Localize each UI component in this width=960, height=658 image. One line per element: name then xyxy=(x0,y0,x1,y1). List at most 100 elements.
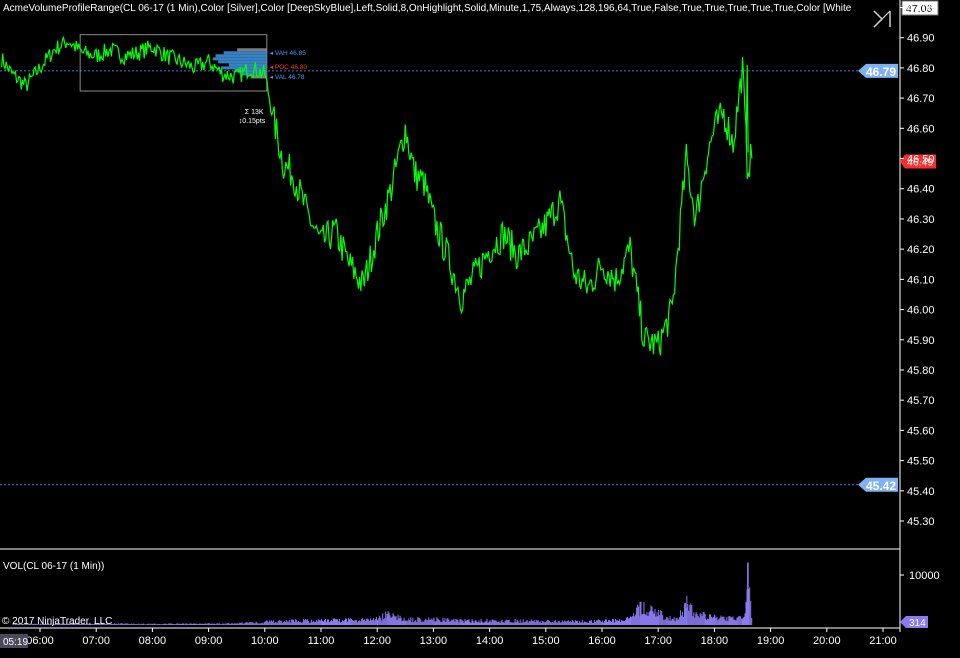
volume-bar xyxy=(196,623,197,625)
volume-bar xyxy=(722,617,723,625)
volume-bar xyxy=(172,624,173,625)
price-tick-label: 46.50 xyxy=(907,154,935,166)
volume-bar xyxy=(391,618,392,625)
volume-bar xyxy=(698,616,699,625)
volume-bar xyxy=(217,623,218,625)
volume-bars-layer xyxy=(12,563,752,626)
volume-bar xyxy=(686,596,687,625)
volume-bar xyxy=(279,620,280,625)
volume-profile-level xyxy=(229,63,267,66)
volume-bar xyxy=(571,622,572,625)
volume-bar xyxy=(246,622,247,625)
volume-bar xyxy=(411,622,412,625)
volume-bar xyxy=(182,624,183,625)
volume-bar xyxy=(675,621,676,625)
volume-bar xyxy=(527,620,528,625)
volume-bar xyxy=(565,621,566,625)
volume-bar xyxy=(738,617,739,625)
volume-bar xyxy=(513,623,514,625)
volume-bar xyxy=(437,619,438,625)
price-tick-label: 45.50 xyxy=(907,456,935,468)
volume-profile-level xyxy=(237,48,267,51)
volume-bar xyxy=(187,624,188,625)
volume-bar xyxy=(396,616,397,625)
volume-bar xyxy=(687,604,688,625)
volume-bar xyxy=(606,619,607,625)
volume-bar xyxy=(116,624,117,625)
volume-bar xyxy=(570,621,571,625)
volume-bar xyxy=(324,620,325,625)
volume-bar xyxy=(706,620,707,625)
volume-bar xyxy=(621,620,622,625)
volume-bar xyxy=(581,622,582,625)
volume-bar xyxy=(452,620,453,625)
volume-bar xyxy=(301,623,302,625)
volume-bar xyxy=(470,622,471,625)
volume-bar xyxy=(616,620,617,625)
volume-bar xyxy=(130,624,131,625)
volume-bar xyxy=(699,617,700,625)
volume-bar xyxy=(138,623,139,625)
volume-bar xyxy=(700,613,701,625)
price-tick-label: 45.40 xyxy=(907,486,935,498)
volume-bar xyxy=(252,622,253,625)
volume-bar xyxy=(383,619,384,625)
volume-bar xyxy=(176,623,177,625)
volume-bar xyxy=(211,624,212,625)
volume-bar xyxy=(145,624,146,625)
volume-bar xyxy=(351,619,352,625)
chart-zoom-toggle-icon[interactable] xyxy=(871,8,893,30)
volume-bar xyxy=(494,621,495,625)
volume-bar xyxy=(746,602,747,625)
volume-bar xyxy=(496,621,497,625)
price-tick-label: 46.20 xyxy=(907,244,935,256)
volume-bar xyxy=(259,623,260,625)
volume-bar xyxy=(445,622,446,625)
volume-bar xyxy=(444,618,445,625)
volume-bar xyxy=(525,622,526,625)
volume-bar xyxy=(502,620,503,625)
volume-bar xyxy=(250,622,251,625)
volume-bar xyxy=(214,624,215,625)
volume-bar xyxy=(739,616,740,625)
volume-bar xyxy=(126,623,127,625)
volume-bar xyxy=(655,617,656,625)
volume-bar xyxy=(207,624,208,625)
volume-bar xyxy=(638,606,639,625)
volume-bar xyxy=(522,622,523,625)
volume-bar xyxy=(302,622,303,625)
volume-bar xyxy=(557,623,558,625)
volume-bar xyxy=(366,619,367,625)
chart-stage[interactable]: ◂ VAH 46.85◂ POC 46.80◂ VAL 46.78Σ 13K↕0… xyxy=(0,0,960,653)
volume-bar xyxy=(498,622,499,625)
volume-bar xyxy=(340,622,341,625)
volume-bar xyxy=(337,619,338,625)
volume-bar xyxy=(346,619,347,625)
vah-label: ◂ VAH 46.85 xyxy=(270,50,306,57)
volume-bar xyxy=(394,615,395,625)
volume-bar xyxy=(592,623,593,625)
volume-bar xyxy=(449,622,450,625)
volume-bar xyxy=(367,619,368,625)
volume-bar xyxy=(332,621,333,625)
volume-bar xyxy=(683,617,684,625)
volume-bar xyxy=(735,620,736,625)
volume-bar xyxy=(747,563,749,626)
volume-bar xyxy=(614,622,615,625)
volume-bar xyxy=(725,621,726,625)
volume-bar xyxy=(566,621,567,625)
volume-bar xyxy=(288,622,289,625)
volume-bar xyxy=(309,623,310,625)
volume-bar xyxy=(392,617,393,625)
volume-bar xyxy=(430,619,431,625)
volume-bar xyxy=(258,623,259,625)
volume-bar xyxy=(160,624,161,625)
volume-bar xyxy=(272,621,273,625)
chart-svg[interactable]: ◂ VAH 46.85◂ POC 46.80◂ VAL 46.78Σ 13K↕0… xyxy=(0,0,960,653)
time-tick-label: 11:00 xyxy=(308,635,335,647)
volume-bar xyxy=(389,613,390,625)
time-tick-label: 06:00 xyxy=(26,635,54,647)
volume-bar xyxy=(541,623,542,625)
volume-bar xyxy=(613,619,614,625)
volume-bar xyxy=(336,619,337,625)
